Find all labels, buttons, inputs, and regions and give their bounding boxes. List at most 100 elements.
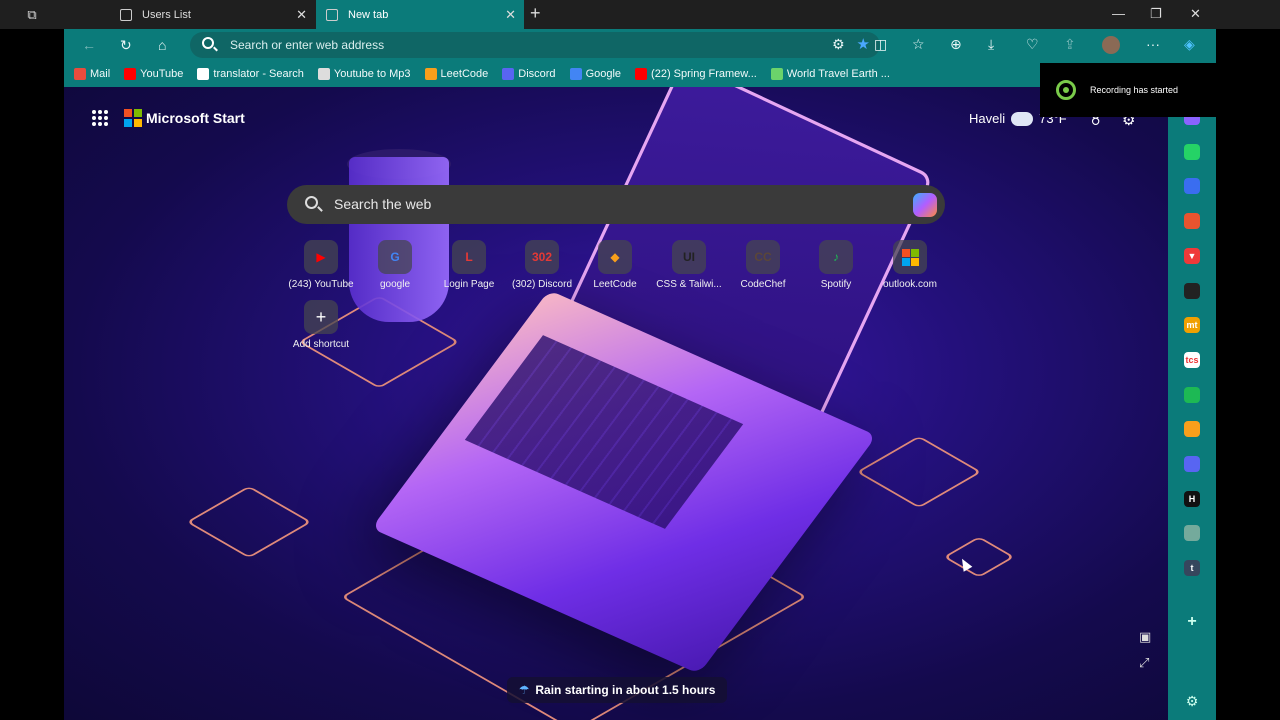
shortcut-tile[interactable]: ♪ Spotify bbox=[800, 240, 872, 290]
tab-label: New tab bbox=[348, 8, 389, 21]
bookmark-label: Youtube to Mp3 bbox=[333, 68, 411, 80]
bookmark-favicon-icon bbox=[635, 68, 648, 80]
shortcut-label: LeetCode bbox=[593, 279, 637, 290]
brand-title[interactable]: Microsoft Start bbox=[146, 110, 245, 126]
add-app-icon[interactable]: + bbox=[1184, 613, 1200, 630]
shortcut-tile[interactable]: L Login Page bbox=[433, 240, 505, 290]
copilot-icon[interactable] bbox=[913, 193, 937, 217]
new-tab-button[interactable]: + bbox=[530, 3, 541, 24]
mt-icon[interactable]: mt bbox=[1184, 317, 1200, 334]
browser-essentials-icon[interactable]: ♡ bbox=[1026, 36, 1039, 53]
shortcut-tile[interactable]: ▶ (243) YouTube bbox=[285, 240, 357, 290]
bookmark-item[interactable]: YouTube bbox=[124, 68, 183, 80]
close-window-button[interactable]: ✕ bbox=[1190, 6, 1201, 22]
favorite-star-icon[interactable]: ★ bbox=[857, 35, 870, 53]
bookmark-favicon-icon bbox=[770, 68, 783, 80]
minimize-button[interactable]: — bbox=[1112, 6, 1125, 21]
login-page-icon: L bbox=[452, 240, 486, 274]
favorites-icon[interactable]: ☆ bbox=[912, 36, 925, 53]
shortcut-label: google bbox=[379, 279, 411, 290]
bookmark-item[interactable]: translator - Search bbox=[197, 68, 304, 80]
background-image-icon[interactable]: ▣ bbox=[1139, 629, 1151, 645]
shortcut-label: CodeChef bbox=[740, 279, 786, 290]
restore-button[interactable]: ❐ bbox=[1150, 6, 1162, 22]
bookmark-item[interactable]: World Travel Earth ... bbox=[770, 68, 890, 80]
github-icon[interactable] bbox=[1184, 282, 1200, 299]
discord-icon: 302 bbox=[525, 240, 559, 274]
bookmark-label: World Travel Earth ... bbox=[786, 68, 890, 80]
more-menu-icon[interactable]: ··· bbox=[1146, 36, 1160, 52]
refresh-icon[interactable]: ↻ bbox=[120, 37, 132, 54]
shortcut-label: Login Page bbox=[443, 279, 495, 290]
tab-new-tab[interactable]: New tab ✕ bbox=[316, 0, 524, 29]
web-search-input[interactable]: Search the web bbox=[287, 185, 945, 224]
app-icon[interactable] bbox=[1184, 178, 1200, 195]
workspaces-icon[interactable]: ⧉ bbox=[0, 0, 64, 29]
green-app-icon[interactable] bbox=[1184, 386, 1200, 403]
bookmark-item[interactable]: LeetCode bbox=[424, 68, 488, 80]
shortcut-tile[interactable]: UI CSS & Tailwi... bbox=[653, 240, 725, 290]
tab-users-list[interactable]: Users List ✕ bbox=[110, 0, 315, 29]
microsoft-start-header: Microsoft Start bbox=[92, 109, 245, 127]
bookmark-item[interactable]: Mail bbox=[74, 68, 110, 80]
split-screen-icon[interactable]: ◫ bbox=[874, 36, 887, 53]
bookmark-favicon-icon bbox=[502, 68, 515, 80]
shortcut-label: outlook.com bbox=[883, 279, 937, 290]
bookmark-label: (22) Spring Framew... bbox=[651, 68, 757, 80]
app-launcher-icon[interactable] bbox=[92, 110, 108, 126]
shortcut-tile[interactable]: Ggoogle bbox=[359, 240, 431, 290]
bookmark-favicon-icon bbox=[124, 68, 137, 80]
new-tab-page: Microsoft Start Haveli 73°F ♉ ⚙ Search t… bbox=[64, 87, 1168, 720]
bookmark-item[interactable]: Discord bbox=[502, 68, 556, 80]
shortcut-tile[interactable]: outlook.com bbox=[874, 240, 946, 290]
recording-toast: Recording has started bbox=[1040, 63, 1216, 117]
bookmark-item[interactable]: Google bbox=[569, 68, 622, 80]
search-icon bbox=[305, 196, 318, 209]
bookmark-favicon-icon bbox=[74, 68, 86, 80]
tcs-icon[interactable]: tcs bbox=[1184, 351, 1200, 368]
bookmark-label: Discord bbox=[518, 68, 556, 80]
address-placeholder: Search or enter web address bbox=[230, 38, 385, 52]
leetcode-icon[interactable] bbox=[1184, 421, 1200, 438]
codechef-icon: CC bbox=[746, 240, 780, 274]
vivaldi-icon[interactable]: ▼ bbox=[1184, 247, 1200, 264]
edge-sidebar: + ⚙ ▼ mt tcs Ht bbox=[1168, 87, 1216, 720]
whatsapp-icon[interactable] bbox=[1184, 143, 1200, 160]
bookmark-label: Google bbox=[585, 68, 622, 80]
shortcut-tile[interactable]: 302 (302) Discord bbox=[506, 240, 578, 290]
address-input[interactable]: Search or enter web address ★ bbox=[190, 32, 880, 58]
bookmark-favicon-icon bbox=[317, 68, 330, 80]
extensions-icon[interactable]: ⚙ bbox=[832, 36, 845, 53]
back-icon[interactable]: ← bbox=[82, 37, 96, 53]
shortcut-label: (302) Discord bbox=[511, 279, 573, 290]
office-icon[interactable] bbox=[1184, 213, 1200, 230]
expand-icon[interactable]: ⤢ bbox=[1139, 655, 1149, 671]
bookmark-favicon-icon bbox=[424, 68, 437, 80]
close-tab-icon[interactable]: ✕ bbox=[505, 7, 516, 23]
discord-icon[interactable] bbox=[1184, 456, 1200, 472]
copilot-icon[interactable]: ◈ bbox=[1184, 36, 1195, 53]
add-shortcut-label: Add shortcut bbox=[292, 339, 350, 350]
close-tab-icon[interactable]: ✕ bbox=[296, 7, 307, 23]
chatgpt-icon[interactable] bbox=[1184, 525, 1200, 542]
google-icon: G bbox=[378, 240, 412, 274]
share-icon[interactable]: ⇪ bbox=[1064, 36, 1076, 53]
shortcut-tile[interactable]: CC CodeChef bbox=[727, 240, 799, 290]
add-shortcut-button[interactable]: + Add shortcut bbox=[285, 300, 357, 350]
weather-alert-banner[interactable]: ☂ Rain starting in about 1.5 hours bbox=[507, 677, 727, 703]
collections-icon[interactable]: ⊕ bbox=[950, 36, 962, 53]
tab-label: Users List bbox=[142, 8, 191, 21]
shortcut-label: (243) YouTube bbox=[288, 279, 354, 290]
bookmark-item[interactable]: Youtube to Mp3 bbox=[317, 68, 411, 80]
bookmark-item[interactable]: (22) Spring Framew... bbox=[635, 68, 757, 80]
downloads-icon[interactable]: ⤓ bbox=[988, 36, 994, 53]
tumblr-icon[interactable]: t bbox=[1184, 560, 1200, 577]
spotify-icon: ♪ bbox=[819, 240, 853, 274]
shortcut-tile[interactable]: ◆ LeetCode bbox=[579, 240, 651, 290]
hackerrank-icon[interactable]: H bbox=[1184, 490, 1200, 507]
page-icon bbox=[120, 8, 132, 21]
sidebar-settings-icon[interactable]: ⚙ bbox=[1184, 693, 1200, 709]
shortcut-label: Spotify bbox=[820, 279, 852, 290]
profile-avatar[interactable] bbox=[1102, 36, 1120, 54]
home-icon[interactable]: ⌂ bbox=[158, 37, 166, 53]
